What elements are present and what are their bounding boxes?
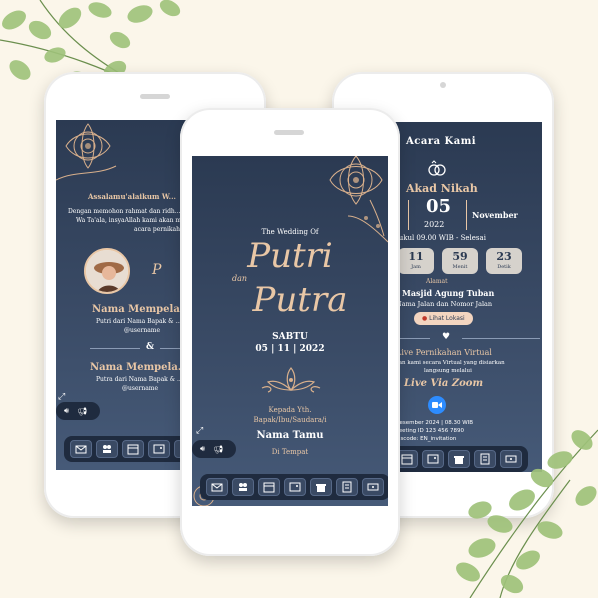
zoom-video-button[interactable] xyxy=(428,396,446,414)
nav-envelope-icon[interactable] xyxy=(70,440,92,458)
addressee-title: Bapak/Ibu/Saudara/i xyxy=(253,416,327,424)
countdown-hours: 11 Jam xyxy=(398,248,434,274)
countdown-minutes-value: 59 xyxy=(452,250,468,263)
nav-calendar-icon[interactable] xyxy=(258,478,280,496)
greeting: Assalamu'alaikum W... xyxy=(88,192,176,201)
intro-line-1: Dengan memohon rahmat dan ridh... xyxy=(68,208,181,215)
view-location-button[interactable]: ● Lihat Lokasi xyxy=(414,312,473,325)
groom-first-name: Putra xyxy=(252,280,348,320)
countdown-minutes: 59 Menit xyxy=(442,248,478,274)
left-phone-speaker xyxy=(140,94,170,99)
intro-line-2: Wa Ta'ala, insyaAllah kami akan m... xyxy=(76,217,187,224)
nav-calendar-icon[interactable] xyxy=(122,440,144,458)
bride-name: Nama Mempela... xyxy=(92,304,191,315)
addressee-label: Kepada Yth. xyxy=(268,406,312,414)
rings-icon xyxy=(428,160,446,176)
nav-gallery-icon[interactable] xyxy=(148,440,170,458)
section-title: Acara Kami xyxy=(406,136,477,147)
virtual-title: Live Pernikahan Virtual xyxy=(396,348,492,357)
virtual-desc-2: langsung melalui xyxy=(424,368,472,374)
date-divider-right xyxy=(466,200,467,230)
megaphone-icon: 📢︎ xyxy=(213,444,224,454)
groom-handle[interactable]: @username xyxy=(122,385,158,392)
zoom-label: Live Via Zoom xyxy=(404,378,484,389)
countdown-hours-unit: Jam xyxy=(411,264,421,270)
video-camera-icon xyxy=(432,402,442,408)
megaphone-icon: 📢︎ xyxy=(77,406,88,416)
countdown-hours-value: 11 xyxy=(408,250,424,263)
nav-couple-icon[interactable] xyxy=(232,478,254,496)
sound-toggle-button[interactable]: 🔊︎ 📢︎ xyxy=(56,402,100,420)
month: November xyxy=(472,210,518,220)
volume-icon: 🔊︎ xyxy=(64,406,70,415)
nav-gallery-icon[interactable] xyxy=(284,478,306,496)
lotus-ornament-icon xyxy=(261,367,321,393)
bride-handle[interactable]: @username xyxy=(124,327,160,334)
nav-couple-icon[interactable] xyxy=(96,440,118,458)
countdown-seconds-value: 23 xyxy=(496,250,512,263)
fullscreen-icon[interactable]: ⤢ xyxy=(58,392,68,402)
eucalyptus-leaves-bottom-right-icon xyxy=(456,429,598,598)
nav-ticket-icon[interactable] xyxy=(362,478,384,496)
center-phone-screen[interactable]: The Wedding Of Putri dan Putra SABTU 05 … xyxy=(192,156,388,506)
person-portrait-icon xyxy=(86,250,128,292)
address-label: Alamat xyxy=(426,278,448,285)
countdown-seconds-unit: Detik xyxy=(497,264,511,270)
event-title: Akad Nikah xyxy=(406,182,478,195)
groom-parents: Putra dari Nama Bapak & ... xyxy=(96,376,183,383)
nav-guestbook-icon[interactable] xyxy=(336,478,358,496)
countdown-seconds: 23 Detik xyxy=(486,248,522,274)
nav-envelope-icon[interactable] xyxy=(206,478,228,496)
right-phone-camera xyxy=(440,82,446,88)
virtual-desc-1: ...lian kami secara Virtual yang disiark… xyxy=(390,360,505,366)
section-divider-right xyxy=(462,338,540,339)
heart-icon: ♥ xyxy=(442,332,451,342)
fullscreen-icon[interactable]: ⤢ xyxy=(196,426,203,436)
center-phone: The Wedding Of Putri dan Putra SABTU 05 … xyxy=(180,108,400,556)
wedding-of-label: The Wedding Of xyxy=(261,228,319,236)
date-divider-left xyxy=(408,200,409,230)
day: SABTU xyxy=(272,332,308,342)
center-phone-speaker xyxy=(274,130,304,135)
bottom-nav-center xyxy=(200,474,388,500)
nav-gift-icon[interactable] xyxy=(310,478,332,496)
street: Nama Jalan dan Nomor Jalan xyxy=(396,300,493,308)
map-pin-icon: ● xyxy=(422,315,428,322)
date-day: 05 xyxy=(426,196,452,217)
countdown-minutes-unit: Menit xyxy=(452,264,468,270)
monogram: P xyxy=(152,262,162,278)
venue: Masjid Agung Tuban xyxy=(402,288,495,298)
date: 05 | 11 | 2022 xyxy=(255,344,325,354)
volume-icon: 🔊︎ xyxy=(200,444,206,453)
view-location-label: Lihat Lokasi xyxy=(429,315,465,322)
floral-ornament-icon xyxy=(56,123,117,181)
event-time: Pukul 09.00 WIB - Selesai xyxy=(394,234,486,242)
year: 2022 xyxy=(424,220,445,229)
groom-name: Nama Mempela... xyxy=(90,362,189,373)
ampersand: & xyxy=(146,342,155,352)
bride-first-name: Putri xyxy=(247,236,333,276)
bride-parents: Putri dari Nama Bapak & ... xyxy=(96,318,182,325)
sound-toggle-button[interactable]: 🔊︎ 📢︎ xyxy=(192,440,236,458)
divider-left xyxy=(90,348,140,349)
bride-photo xyxy=(84,248,130,294)
